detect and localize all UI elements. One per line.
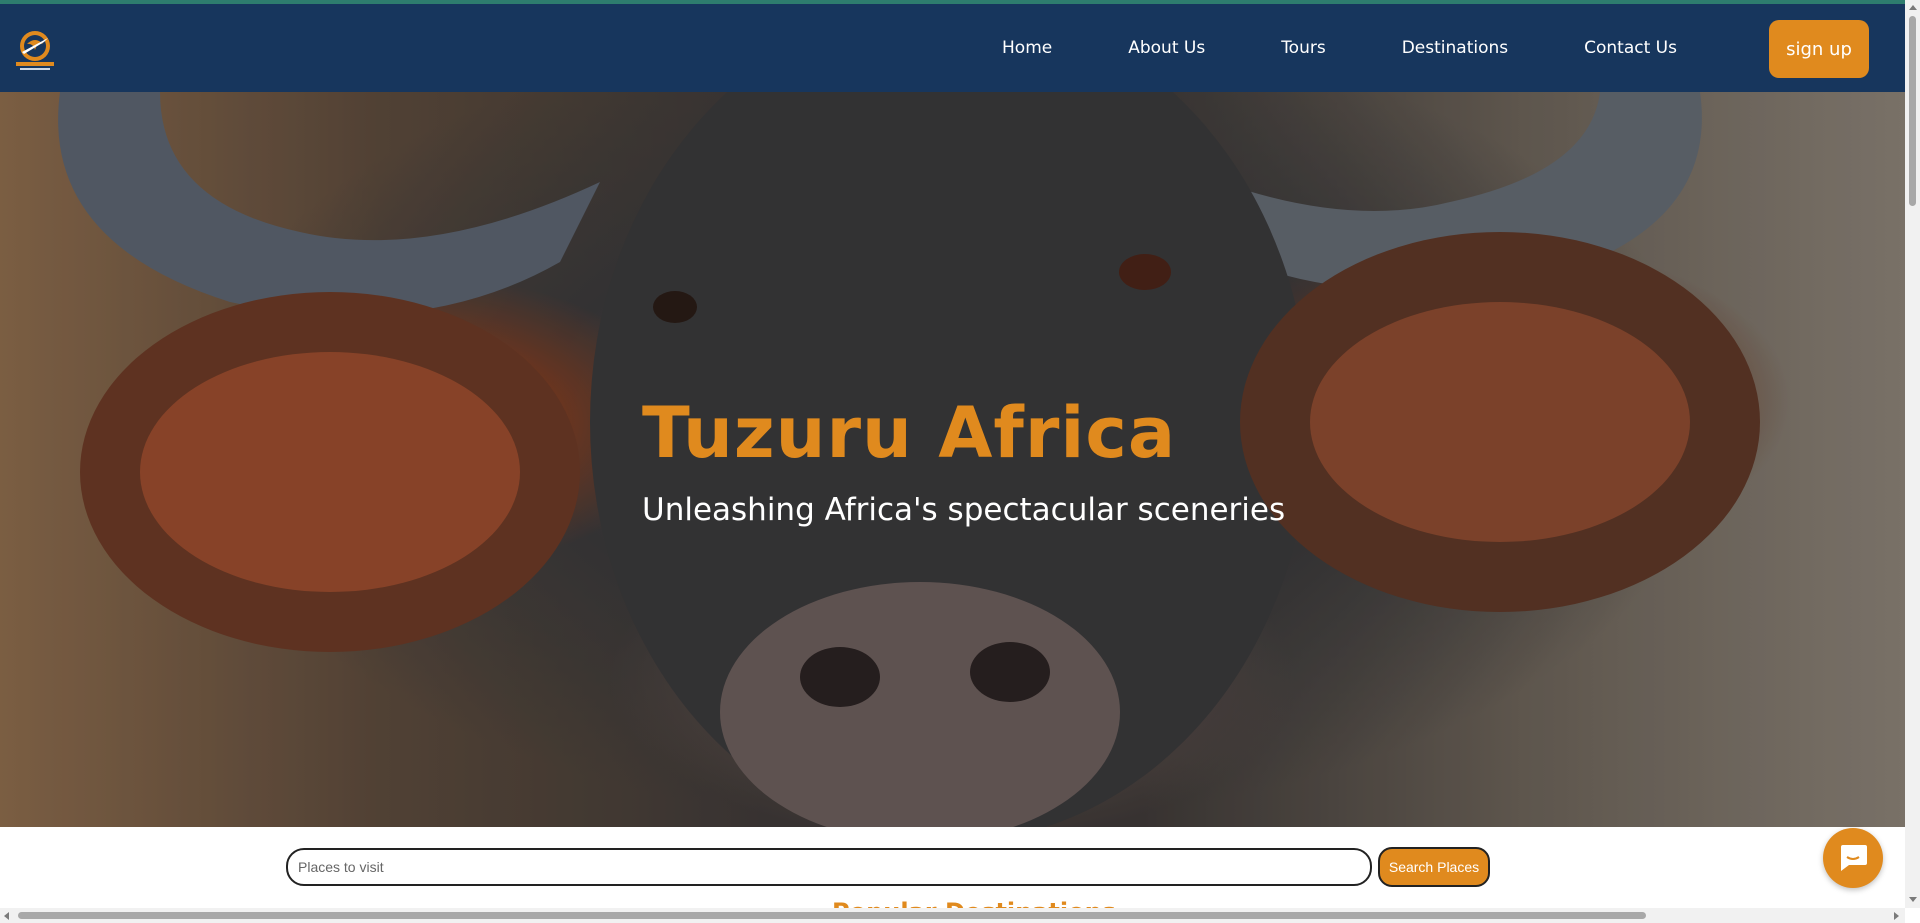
globe-plane-logo-icon [16, 31, 54, 70]
scroll-left-arrow-icon[interactable] [4, 912, 9, 920]
navbar: Home About Us Tours Destinations Contact… [0, 4, 1905, 92]
signup-button[interactable]: sign up [1769, 20, 1869, 78]
nav-about-us[interactable]: About Us [1090, 38, 1243, 58]
chat-bubble-icon [1841, 845, 1867, 871]
nav-links: Home About Us Tours Destinations Contact… [964, 4, 1715, 92]
vertical-scrollbar[interactable] [1905, 0, 1920, 908]
horizontal-scrollbar[interactable] [0, 908, 1905, 923]
nav-destinations[interactable]: Destinations [1364, 38, 1546, 58]
nav-home[interactable]: Home [964, 38, 1090, 58]
hero-subtitle: Unleashing Africa's spectacular scenerie… [642, 492, 1286, 528]
page: Home About Us Tours Destinations Contact… [0, 0, 1920, 923]
search-bar: Search Places [286, 847, 1490, 887]
search-places-button[interactable]: Search Places [1378, 847, 1490, 887]
scroll-down-arrow-icon[interactable] [1909, 897, 1917, 902]
scroll-right-arrow-icon[interactable] [1894, 912, 1899, 920]
chat-button[interactable] [1823, 828, 1883, 888]
search-input[interactable] [286, 848, 1372, 886]
horizontal-scroll-thumb[interactable] [18, 912, 1646, 919]
scroll-up-arrow-icon[interactable] [1909, 5, 1917, 10]
hero-title: Tuzuru Africa [642, 392, 1177, 474]
vertical-scroll-thumb[interactable] [1909, 16, 1916, 206]
hero-banner: Tuzuru Africa Unleashing Africa's specta… [0, 92, 1905, 827]
nav-contact-us[interactable]: Contact Us [1546, 38, 1715, 58]
nav-tours[interactable]: Tours [1243, 38, 1364, 58]
logo[interactable] [10, 24, 60, 74]
